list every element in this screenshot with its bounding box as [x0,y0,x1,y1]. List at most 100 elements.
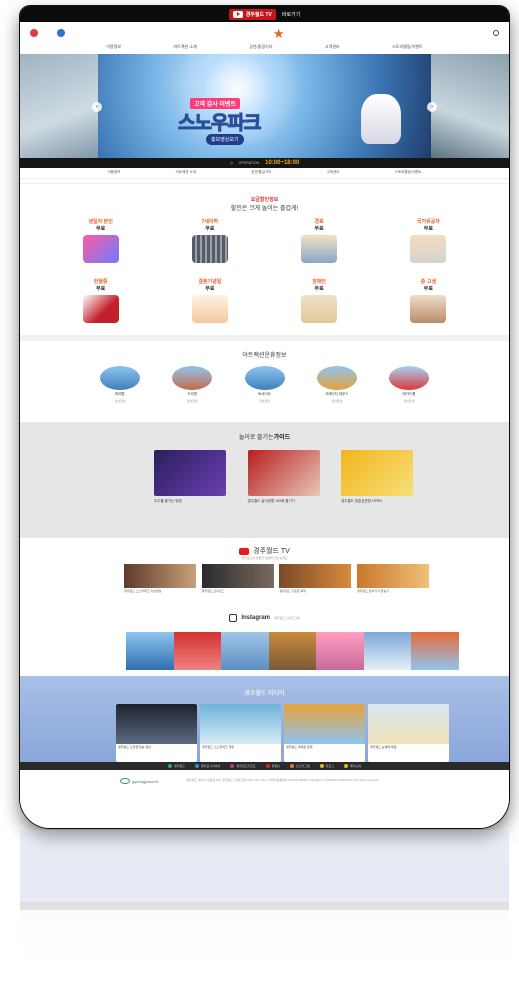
media-thumbnail [284,704,365,744]
nav2-item-shows[interactable]: 공연/즐길거리 [251,170,271,178]
discount-item[interactable]: 경로 무료 [275,218,364,270]
nav-item-events[interactable]: 스토리텔링/이벤트 [392,44,423,54]
instagram-title: Instagram [241,615,270,621]
nav2-item-info[interactable]: 이용정보 [108,170,121,178]
main-nav: 이용정보 어트랙션 소개 공연/즐길거리 고객센터 스토리텔링/이벤트 [20,44,509,54]
instagram-post[interactable] [268,632,317,670]
media-card[interactable]: 경주월드 드라켄 탑승 영상 [116,704,197,762]
guide-title-prefix: 놀이로 즐기는 [238,435,274,441]
search-icon[interactable] [493,30,499,36]
guide-card[interactable]: 경주월드 청춘심판방 OPEN [341,450,413,504]
instagram-icon [229,614,238,622]
media-card[interactable]: 경주월드 눈썰매 체험 [368,704,449,762]
discount-item[interactable]: 국가유공자 무료 [384,218,473,270]
attraction-item[interactable]: 파에톤 정상운영 [100,366,140,403]
attraction-thumbnail [172,366,213,390]
video-thumbnail [201,564,274,588]
attraction-list: 파에톤 정상운영 드라켄 정상운영 토네이도 정상운영 크레이지 마운스 정상운… [100,366,429,403]
tv-banner-button[interactable]: 경주월드 TV [228,8,276,20]
attraction-name: 토네이도 [258,392,271,396]
site-dot-icon [230,764,235,768]
tv-heading: 경주월드 TV [20,546,509,556]
instagram-post[interactable] [126,632,174,670]
discount-item[interactable]: 7세이하 무료 [165,218,254,270]
partner-logo-icon[interactable] [56,29,65,37]
nav2-item-events[interactable]: 스토리텔링/이벤트 [395,170,422,178]
family-link[interactable]: 경주월드 [167,764,185,768]
attraction-item[interactable]: 크레이지 마운스 정상운영 [316,366,357,403]
partner-logo-icon[interactable] [30,29,38,37]
next-arrow-icon[interactable]: › [427,102,437,112]
site-logo[interactable]: ★ [273,27,285,40]
guide-caption: 우주를 즐기는 방법 [154,499,182,503]
discount-label: 7세이하 [201,219,219,225]
instagram-post[interactable] [316,632,364,670]
discount-free: 무료 [96,226,106,232]
family-link[interactable]: 블로그 [319,764,334,768]
instagram-post[interactable] [411,632,460,670]
discount-free: 무료 [423,286,433,292]
video-card[interactable]: 경주월드 스노우파크 홍보영상 [124,564,196,594]
discount-section: 요금할인정보 할인은 크게 놀이는 즐겁게! 생일자 본인 무료 7세이하 무료… [20,190,509,335]
media-thumbnail [116,704,197,744]
nav-item-info[interactable]: 이용정보 [106,44,121,54]
nav2-item-attractions[interactable]: 어트랙션 소개 [176,170,196,178]
family-link[interactable]: 캘리포니아비치 [194,764,220,768]
utility-links [493,30,499,36]
family-link[interactable]: 페이스북 [344,764,361,768]
attraction-item[interactable]: 토네이도 정상운영 [244,366,285,403]
footer-logo[interactable]: gyeongjuworld [120,778,158,784]
video-card[interactable]: 경주월드 브이로그 [201,564,274,594]
site-dot-icon [194,764,199,768]
discount-item[interactable]: 결혼기념일 무료 [165,278,254,330]
tv-banner-label: 경주월드 TV [245,11,272,18]
discount-label: 경로 [314,219,324,225]
media-list: 경주월드 드라켄 탑승 영상 경주월드 스노우파크 개장 경주월드 파에톤 운행… [116,704,449,762]
family-link[interactable]: 경주월드리조트 [230,764,256,768]
attraction-item[interactable]: 메가드롭 정상운영 [389,366,429,403]
youtube-icon [239,547,250,555]
footer-brand: gyeongjuworld [132,778,158,784]
secondary-nav: 이용정보 어트랙션 소개 공연/즐길거리 고객센터 스토리텔링/이벤트 [20,170,509,178]
video-thumbnail [279,564,352,588]
instagram-post[interactable] [221,632,269,670]
tv-subtitle: 경주월드의 생생한 영상을 만나보세요 [241,556,288,560]
discount-item[interactable]: 장애인 무료 [275,278,364,330]
elderly-group-illustration [301,235,338,263]
video-thumbnail [124,564,196,588]
nav-item-shows[interactable]: 공연/즐길거리 [249,44,272,54]
attraction-item[interactable]: 드라켄 정상운영 [172,366,213,403]
partner-text: · · · · [44,31,51,35]
attraction-thumbnail [316,366,357,390]
prev-arrow-icon[interactable]: ‹ [92,102,102,112]
video-list: 경주월드 스노우파크 홍보영상 경주월드 브이로그 경주월드 할로윈 축제 경주… [124,564,429,594]
veteran-illustration [410,235,447,263]
nav2-item-support[interactable]: 고객센터 [327,170,340,178]
nav-item-attractions[interactable]: 어트랙션 소개 [173,44,196,54]
video-card[interactable]: 경주월드 놀이기구 탑승기 [356,564,429,594]
media-card[interactable]: 경주월드 파에톤 운행 [284,704,365,762]
attraction-thumbnail [244,366,285,390]
phone-cake-illustration [82,235,119,263]
go-link[interactable]: 바로가기 [282,11,300,18]
discount-item[interactable]: 생일자 본인 무료 [56,218,145,270]
family-link[interactable]: 인스타그램 [289,764,310,768]
media-card[interactable]: 경주월드 스노우파크 개장 [200,704,281,762]
guide-card[interactable]: 경주월드 놀이공원 100배 즐기기 [247,450,320,504]
blood-donation-illustration [82,295,119,323]
guide-card[interactable]: 우주를 즐기는 방법 [154,450,226,504]
hero-video-button[interactable]: 홍보영상보기 [206,134,244,145]
clock-icon: ◷ [229,161,233,165]
media-caption: 경주월드 드라켄 탑승 영상 [118,745,151,749]
guide-section: 놀이로 즐기는가이드 우주를 즐기는 방법 경주월드 놀이공원 100배 즐기기… [20,422,509,538]
hero-main-slide[interactable]: 고객 감사 이벤트 스노우파크 홍보영상보기 [98,54,431,158]
instagram-post[interactable] [363,632,412,670]
discount-item[interactable]: 중·고생 무료 [384,278,473,330]
instagram-post[interactable] [173,632,222,670]
video-card[interactable]: 경주월드 할로윈 축제 [279,564,352,594]
discount-item[interactable]: 헌혈증 무료 [56,278,145,330]
nav-item-support[interactable]: 고객센터 [325,44,340,54]
family-link[interactable]: 유튜브 [265,764,280,768]
discount-label: 생일자 본인 [88,219,113,225]
operating-hours-bar: ◷ OPERATION 10:00~18:00 [20,158,509,168]
